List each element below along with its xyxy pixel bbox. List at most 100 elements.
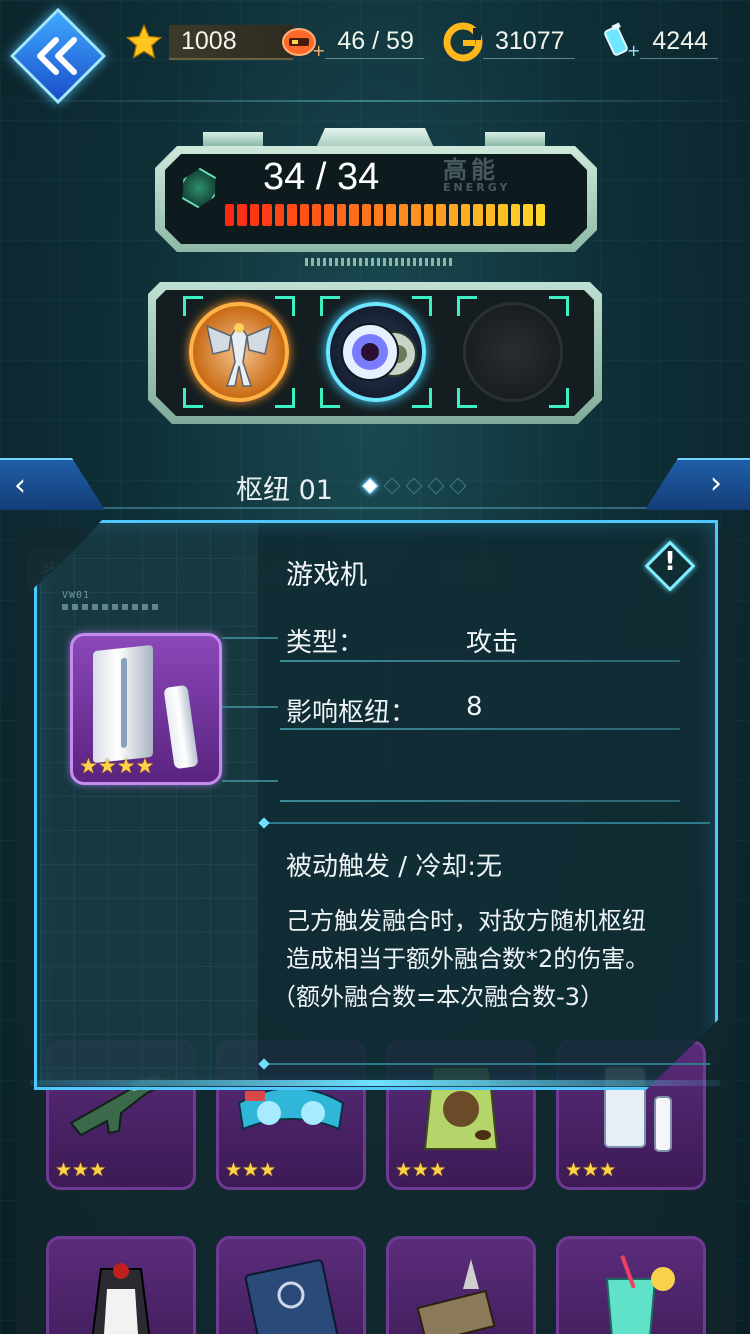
rarity-stars: ★★★	[225, 1159, 277, 1181]
star-icon	[125, 23, 163, 59]
page-label: 枢纽 01	[236, 475, 333, 506]
energy-watermark: 高能 ENERGY	[443, 158, 510, 194]
row-divider	[280, 660, 680, 662]
deco-code: VW01	[62, 590, 91, 601]
console-remote	[163, 684, 199, 770]
chevron-right-icon[interactable]: ›	[710, 466, 722, 501]
slot-corner	[549, 388, 569, 408]
item-name: 游戏机	[286, 560, 367, 591]
rarity-stars: ★★★	[395, 1159, 447, 1181]
hammer-icon	[401, 1249, 521, 1334]
skill-description: 己方触发融合时，对敌方随机枢纽 造成相当于额外融合数*2的伤害。 （额外融合数=…	[272, 902, 696, 1016]
hp-segment	[510, 204, 521, 226]
page-indicator	[361, 477, 467, 495]
next-page-button[interactable]	[645, 458, 750, 510]
section-divider	[258, 817, 710, 829]
exclamation-icon: !	[664, 547, 676, 577]
item-icon-game-console: ★★★★	[70, 633, 222, 785]
battery-plus-icon[interactable]: +	[627, 41, 640, 60]
back-button[interactable]	[9, 7, 107, 105]
hp-segment	[374, 204, 384, 226]
energy-counter[interactable]: + 46 / 59	[280, 22, 424, 62]
hp-segment	[225, 204, 235, 226]
gold-counter: 31077	[443, 22, 575, 62]
hp-segment	[423, 204, 434, 226]
section-divider	[258, 1058, 710, 1070]
skill-line-2: 造成相当于额外融合数*2的伤害。	[286, 945, 650, 973]
double-chevron-left-icon	[14, 12, 102, 100]
hp-segment	[535, 204, 545, 226]
hp-segment	[398, 204, 409, 226]
energy-count: 46 / 59	[325, 25, 424, 59]
info-button[interactable]: !	[644, 540, 696, 592]
page-dot[interactable]	[383, 477, 401, 495]
inventory-card-book[interactable]	[216, 1236, 366, 1334]
next-page-frame	[645, 458, 750, 510]
hp-panel: 34 / 34 高能 ENERGY	[155, 128, 597, 268]
gold-count: 31077	[483, 25, 575, 59]
skill-slot-1[interactable]	[183, 296, 295, 408]
skill-slot-2[interactable]	[320, 296, 432, 408]
hp-segment	[473, 204, 483, 226]
battery-count: 4244	[640, 25, 719, 59]
hp-segment	[274, 204, 285, 226]
inventory-card-hammer[interactable]	[386, 1236, 536, 1334]
rarity-stars: ★★★	[565, 1159, 617, 1181]
star-counter: 1008	[125, 22, 293, 62]
skill-line-1: 己方触发融合时，对敌方随机枢纽	[286, 907, 646, 935]
inventory-card-maid[interactable]	[46, 1236, 196, 1334]
hp-segment	[311, 204, 322, 226]
nav-divider	[100, 507, 650, 509]
hp-segment	[336, 204, 347, 226]
battery-counter[interactable]: + 4244	[603, 22, 719, 62]
popup-glow-line	[30, 1080, 720, 1086]
connector-line	[222, 706, 278, 708]
page-dot[interactable]	[449, 477, 467, 495]
hub-value: 8	[466, 692, 483, 722]
hp-segment	[249, 204, 260, 226]
prev-page-button[interactable]: ‹	[0, 458, 105, 510]
hp-segment	[448, 204, 459, 226]
eyeball-icon	[326, 302, 426, 402]
hp-segment	[386, 204, 396, 226]
book-icon	[231, 1249, 351, 1334]
type-label: 类型：	[286, 628, 365, 658]
skill-slot-3-empty[interactable]	[457, 296, 569, 408]
skill-trigger-cooldown: 被动触发 / 冷却:无	[286, 852, 503, 882]
connector-line	[222, 780, 278, 782]
hp-segment	[461, 204, 471, 226]
page-dot[interactable]	[405, 477, 423, 495]
inventory-card-drink[interactable]	[556, 1236, 706, 1334]
hp-segment	[411, 204, 421, 226]
item-rarity-stars: ★★★★	[79, 754, 155, 778]
hp-segment	[436, 204, 446, 226]
gold-icon	[443, 22, 483, 62]
rarity-stars: ★★★	[55, 1159, 107, 1181]
hp-segment	[498, 204, 508, 226]
hp-segment	[287, 204, 297, 226]
hp-segment	[262, 204, 272, 226]
page-dot[interactable]	[361, 477, 379, 495]
hp-segment	[237, 204, 247, 226]
slot-corner	[549, 296, 569, 316]
hp-segment	[349, 204, 359, 226]
energy-plus-icon[interactable]: +	[312, 41, 325, 60]
chevron-left-icon: ‹	[14, 468, 26, 503]
hp-segment	[523, 204, 533, 226]
slot-corner	[457, 388, 477, 408]
page-dot[interactable]	[427, 477, 445, 495]
star-count: 1008	[169, 24, 293, 60]
hp-segment	[361, 204, 372, 226]
panel-vent	[305, 258, 455, 266]
energy-watermark-sub: ENERGY	[443, 181, 511, 194]
mecha-angel-icon	[189, 302, 289, 402]
deco-bars	[62, 604, 162, 610]
row-divider	[280, 728, 680, 730]
maid-outfit-icon	[61, 1249, 181, 1334]
hp-bar	[225, 204, 545, 226]
row-divider	[280, 800, 680, 802]
cocktail-icon	[571, 1249, 691, 1334]
energy-watermark-title: 高能	[443, 156, 499, 184]
hp-segment	[299, 204, 309, 226]
empty-slot-icon	[463, 302, 563, 402]
